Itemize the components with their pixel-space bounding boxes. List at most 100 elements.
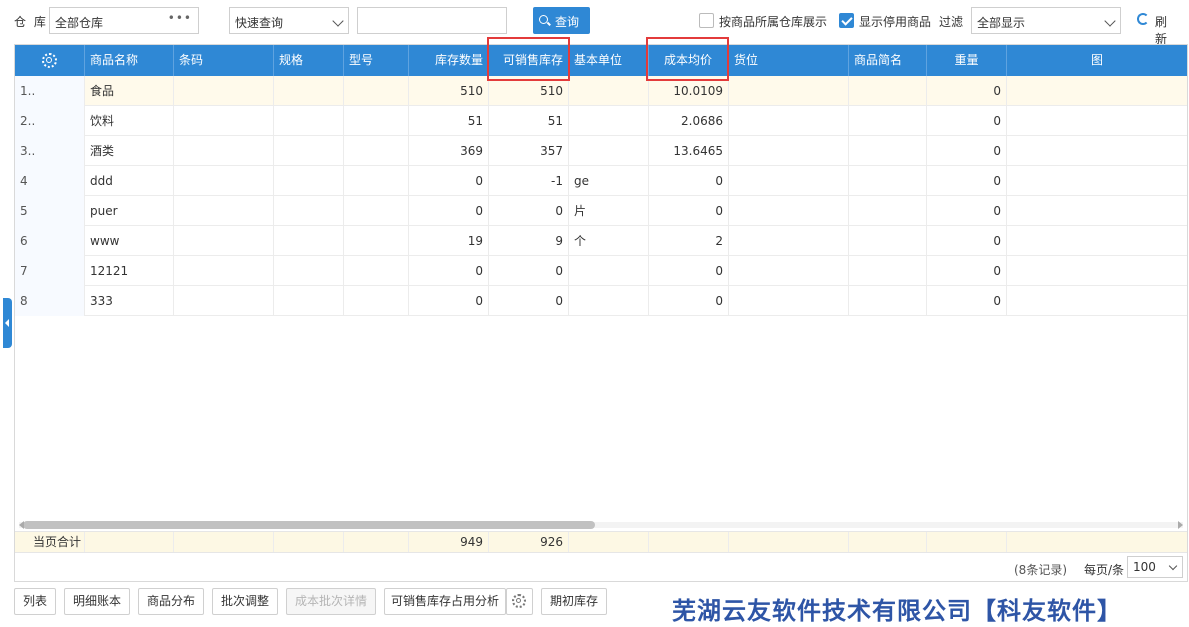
cell-weight: 0 xyxy=(927,286,1007,316)
scroll-thumb[interactable] xyxy=(23,521,595,529)
table-row[interactable]: 8 333 0 0 0 0 xyxy=(15,286,1187,316)
cell-sellable: 0 xyxy=(489,256,569,286)
distribution-button[interactable]: 商品分布 xyxy=(138,588,204,615)
cell-idx: 8 xyxy=(15,286,85,316)
cell-unit xyxy=(569,286,649,316)
cell-short-name xyxy=(849,256,927,286)
by-warehouse-checkbox[interactable] xyxy=(699,13,714,28)
scroll-left-icon[interactable] xyxy=(19,521,24,529)
grid-header: 商品名称 条码 规格 型号 库存数量 可销售库存 基本单位 成本均价 货位 商品… xyxy=(15,45,1187,76)
table-row[interactable]: 7 12121 0 0 0 0 xyxy=(15,256,1187,286)
col-short-name[interactable]: 商品简名 xyxy=(849,45,927,76)
cell-stock-qty: 0 xyxy=(409,196,489,226)
table-row[interactable]: 4 ddd 0 -1 ge 0 0 xyxy=(15,166,1187,196)
cell-unit xyxy=(569,76,649,106)
scroll-right-icon[interactable] xyxy=(1178,521,1183,529)
total-cell xyxy=(85,532,174,553)
inventory-grid: 商品名称 条码 规格 型号 库存数量 可销售库存 基本单位 成本均价 货位 商品… xyxy=(14,44,1188,582)
cell-image xyxy=(1007,76,1187,106)
side-collapse-handle[interactable] xyxy=(3,298,12,348)
cell-short-name xyxy=(849,286,927,316)
cell-location xyxy=(729,196,849,226)
col-stock-qty[interactable]: 库存数量 xyxy=(409,45,489,76)
per-page-value: 100 xyxy=(1133,560,1156,574)
batch-adjust-button[interactable]: 批次调整 xyxy=(212,588,278,615)
cell-location xyxy=(729,106,849,136)
total-sellable: 926 xyxy=(489,532,569,553)
cell-avg-cost: 2 xyxy=(649,226,729,256)
pager: (8条记录) 每页/条 100 xyxy=(15,552,1187,581)
cell-idx: 6 xyxy=(15,226,85,256)
more-icon[interactable]: ••• xyxy=(168,11,192,25)
total-cell xyxy=(174,532,274,553)
col-base-unit[interactable]: 基本单位 xyxy=(569,45,649,76)
col-image[interactable]: 图 xyxy=(1007,45,1187,76)
col-name[interactable]: 商品名称 xyxy=(85,45,174,76)
horizontal-scrollbar[interactable] xyxy=(19,519,1183,531)
cell-model xyxy=(344,196,409,226)
ledger-button[interactable]: 明细账本 xyxy=(64,588,130,615)
table-row[interactable]: 3.. 酒类 369 357 13.6465 0 xyxy=(15,136,1187,166)
cell-stock-qty: 19 xyxy=(409,226,489,256)
cell-idx: 1.. xyxy=(15,76,85,106)
cell-image xyxy=(1007,226,1187,256)
list-button[interactable]: 列表 xyxy=(14,588,56,615)
opening-stock-button[interactable]: 期初库存 xyxy=(541,588,607,615)
search-input[interactable] xyxy=(357,7,507,34)
cell-avg-cost: 0 xyxy=(649,166,729,196)
company-watermark: 芜湖云友软件技术有限公司【科友软件】 xyxy=(672,597,1122,625)
cell-stock-qty: 510 xyxy=(409,76,489,106)
cell-model xyxy=(344,166,409,196)
cell-unit: ge xyxy=(569,166,649,196)
table-row[interactable]: 5 puer 0 0 片 0 0 xyxy=(15,196,1187,226)
cell-sellable: -1 xyxy=(489,166,569,196)
sellable-analysis-button[interactable]: 可销售库存占用分析 xyxy=(384,588,506,615)
cell-weight: 0 xyxy=(927,256,1007,286)
cell-avg-cost: 0 xyxy=(649,256,729,286)
cell-location xyxy=(729,76,849,106)
filter-select[interactable]: 全部显示 xyxy=(971,7,1121,34)
show-disabled-label[interactable]: 显示停用商品 xyxy=(859,13,931,30)
cell-sellable: 0 xyxy=(489,196,569,226)
column-settings[interactable] xyxy=(15,45,85,76)
cell-weight: 0 xyxy=(927,76,1007,106)
table-row[interactable]: 2.. 饮料 51 51 2.0686 0 xyxy=(15,106,1187,136)
cell-sellable: 51 xyxy=(489,106,569,136)
warehouse-selector[interactable]: 全部仓库 ••• xyxy=(49,7,199,34)
query-mode-value: 快速查询 xyxy=(235,16,284,30)
query-button[interactable]: 查询 xyxy=(533,7,590,34)
cell-stock-qty: 51 xyxy=(409,106,489,136)
cell-image xyxy=(1007,256,1187,286)
cell-barcode xyxy=(174,76,274,106)
col-barcode[interactable]: 条码 xyxy=(174,45,274,76)
cell-idx: 3.. xyxy=(15,136,85,166)
per-page-select[interactable]: 100 xyxy=(1127,556,1183,578)
col-spec[interactable]: 规格 xyxy=(274,45,344,76)
query-mode-select[interactable]: 快速查询 xyxy=(229,7,349,34)
cell-weight: 0 xyxy=(927,106,1007,136)
cell-location xyxy=(729,286,849,316)
refresh-label: 刷新 xyxy=(1155,15,1168,46)
cell-avg-cost: 2.0686 xyxy=(649,106,729,136)
cell-weight: 0 xyxy=(927,166,1007,196)
cell-name: 饮料 xyxy=(85,106,174,136)
table-row[interactable]: 6 www 19 9 个 2 0 xyxy=(15,226,1187,256)
cell-name: puer xyxy=(85,196,174,226)
cell-unit xyxy=(569,256,649,286)
cost-batch-detail-button[interactable]: 成本批次详情 xyxy=(286,588,376,615)
cell-image xyxy=(1007,106,1187,136)
total-cell xyxy=(729,532,849,553)
cell-weight: 0 xyxy=(927,136,1007,166)
cell-spec xyxy=(274,166,344,196)
table-row[interactable]: 1.. 食品 510 510 10.0109 0 xyxy=(15,76,1187,106)
col-model[interactable]: 型号 xyxy=(344,45,409,76)
by-warehouse-label[interactable]: 按商品所属仓库展示 xyxy=(719,13,827,30)
cell-image xyxy=(1007,136,1187,166)
cell-barcode xyxy=(174,286,274,316)
total-cell xyxy=(927,532,1007,553)
cell-short-name xyxy=(849,196,927,226)
chevron-down-icon xyxy=(1168,561,1178,571)
col-location[interactable]: 货位 xyxy=(729,45,849,76)
col-weight[interactable]: 重量 xyxy=(927,45,1007,76)
show-disabled-checkbox[interactable] xyxy=(839,13,854,28)
